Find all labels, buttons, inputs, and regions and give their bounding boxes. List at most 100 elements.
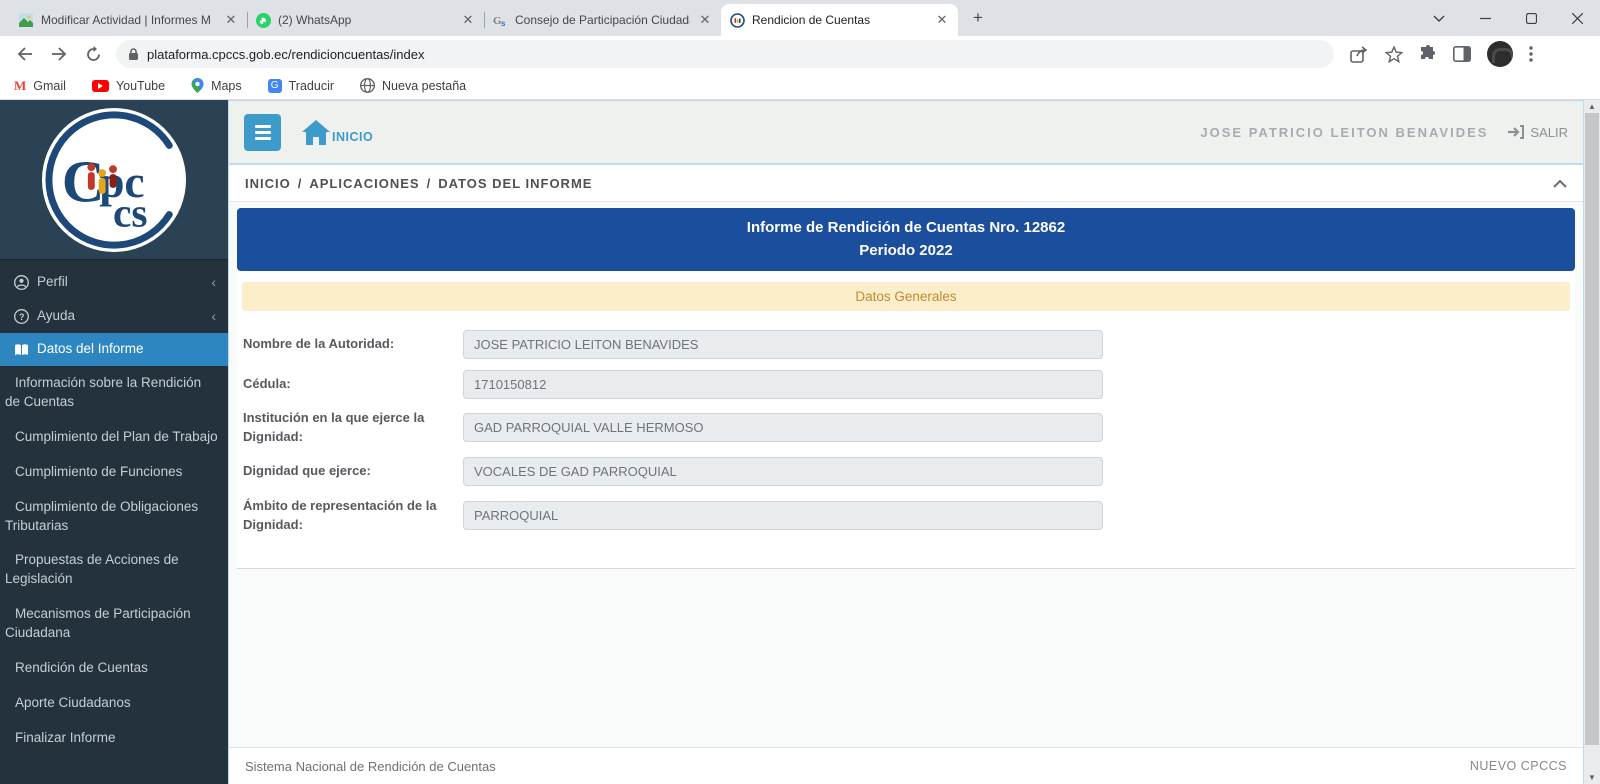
report-title-line2: Periodo 2022	[237, 240, 1575, 263]
url-field[interactable]: plataforma.cpccs.gob.ec/rendicioncuentas…	[116, 40, 1334, 68]
collapse-panel-button[interactable]	[1553, 179, 1567, 188]
close-icon[interactable]: ✕	[697, 12, 713, 28]
whatsapp-icon	[255, 12, 271, 28]
profile-avatar[interactable]	[1487, 41, 1513, 67]
sidebar-item-ayuda[interactable]: ? Ayuda ‹	[0, 300, 228, 334]
hamburger-menu-icon[interactable]	[244, 114, 281, 151]
main-area: INICIO JOSE PATRICIO LEITON BENAVIDES SA…	[228, 100, 1584, 784]
browser-tab-strip: Modificar Actividad | Informes M ✕ (2) W…	[0, 0, 1600, 36]
close-icon[interactable]: ✕	[460, 12, 476, 28]
tab-search-chevron-icon[interactable]	[1416, 0, 1462, 36]
sidebar: C pc cs Perfil ‹ ? Ayuda ‹	[0, 100, 228, 784]
sidebar-item-finalizar-informe[interactable]: Finalizar Informe	[0, 721, 228, 756]
svg-text:C: C	[62, 148, 105, 214]
tab-title: Rendicion de Cuentas	[752, 13, 927, 27]
header-right: JOSE PATRICIO LEITON BENAVIDES SALIR	[1200, 125, 1568, 140]
sign-out-icon	[1508, 125, 1525, 139]
side-panel-icon[interactable]	[1453, 46, 1471, 62]
bookmark-star-icon[interactable]	[1385, 46, 1403, 63]
page-scrollbar[interactable]: ▲ ▼	[1584, 100, 1600, 784]
maximize-icon[interactable]	[1508, 0, 1554, 36]
nombre-autoridad-field[interactable]	[463, 330, 1103, 359]
logout-label: SALIR	[1530, 125, 1568, 140]
home-label: INICIO	[332, 130, 373, 146]
logout-button[interactable]: SALIR	[1508, 125, 1568, 140]
svg-text:cs: cs	[113, 189, 148, 235]
tab-whatsapp[interactable]: (2) WhatsApp ✕	[247, 4, 484, 36]
bookmark-nueva-pestana[interactable]: Nueva pestaña	[360, 78, 466, 93]
bookmark-youtube[interactable]: YouTube	[92, 79, 165, 93]
bookmark-label: Nueva pestaña	[382, 79, 466, 93]
tabs: Modificar Actividad | Informes M ✕ (2) W…	[10, 4, 992, 36]
field-label: Ámbito de representación de la Dignidad:	[243, 497, 463, 535]
new-tab-button[interactable]: +	[964, 4, 992, 32]
sidebar-item-cumplimiento-funciones[interactable]: Cumplimiento de Funciones	[0, 455, 228, 490]
sidebar-item-cumplimiento-plan[interactable]: Cumplimiento del Plan de Trabajo	[0, 420, 228, 455]
field-row-dignidad: Dignidad que ejerce:	[243, 457, 1569, 487]
sidebar-item-datos-del-informe[interactable]: Datos del Informe	[0, 333, 228, 366]
breadcrumb-inicio[interactable]: INICIO	[245, 176, 291, 191]
sidebar-item-propuestas-legislacion[interactable]: Propuestas de Acciones de Legislación	[0, 543, 228, 597]
field-label: Institución en la que ejerce la Dignidad…	[243, 409, 463, 447]
footer-system-name: Sistema Nacional de Rendición de Cuentas	[245, 759, 496, 774]
youtube-icon	[92, 80, 109, 92]
cedula-field[interactable]	[463, 370, 1103, 399]
extensions-puzzle-icon[interactable]	[1419, 45, 1437, 63]
bookmark-maps[interactable]: Maps	[191, 78, 242, 93]
sidebar-item-mecanismos-participacion[interactable]: Mecanismos de Participación Ciudadana	[0, 597, 228, 651]
section-title: Datos Generales	[242, 282, 1570, 311]
address-bar: plataforma.cpccs.gob.ec/rendicioncuentas…	[0, 36, 1600, 72]
sidebar-item-aporte-ciudadanos[interactable]: Aporte Ciudadanos	[0, 686, 228, 721]
cpccs-icon	[729, 12, 745, 28]
home-link[interactable]: INICIO	[301, 119, 373, 146]
ambito-field[interactable]	[463, 501, 1103, 530]
sidebar-menu: Perfil ‹ ? Ayuda ‹ Datos del Informe Inf…	[0, 260, 228, 756]
sidebar-item-label: Datos del Informe	[37, 340, 144, 359]
sidebar-item-rendicion-cuentas[interactable]: Rendición de Cuentas	[0, 651, 228, 686]
institucion-field[interactable]	[463, 413, 1103, 442]
book-icon	[14, 343, 29, 357]
close-icon[interactable]: ✕	[223, 12, 239, 28]
svg-text:?: ?	[19, 312, 25, 322]
close-window-icon[interactable]	[1554, 0, 1600, 36]
scroll-down-icon[interactable]: ▼	[1584, 771, 1600, 784]
chevron-left-icon: ‹	[211, 307, 216, 327]
window-controls	[1416, 0, 1600, 36]
menu-dots-icon[interactable]	[1529, 46, 1533, 62]
reload-icon[interactable]	[78, 39, 108, 69]
sidebar-item-perfil[interactable]: Perfil ‹	[0, 266, 228, 300]
tab-consejo-participacion[interactable]: Gs Consejo de Participación Ciudada ✕	[484, 4, 721, 36]
tab-title: Consejo de Participación Ciudada	[515, 13, 690, 27]
scroll-up-icon[interactable]: ▲	[1584, 100, 1600, 113]
bookmark-label: Gmail	[33, 79, 66, 93]
app-footer: Sistema Nacional de Rendición de Cuentas…	[229, 747, 1583, 784]
question-icon: ?	[14, 309, 29, 324]
breadcrumb-aplicaciones[interactable]: APLICACIONES	[309, 176, 419, 191]
dignidad-field[interactable]	[463, 457, 1103, 486]
bookmark-gmail[interactable]: MGmail	[14, 78, 66, 94]
maps-icon	[191, 78, 204, 93]
minimize-icon[interactable]	[1462, 0, 1508, 36]
gs-icon: Gs	[492, 12, 508, 28]
breadcrumb-datos-del-informe[interactable]: DATOS DEL INFORME	[438, 176, 592, 191]
scrollbar-thumb[interactable]	[1585, 113, 1599, 745]
share-icon[interactable]	[1350, 46, 1369, 63]
sidebar-item-label: Ayuda	[37, 307, 75, 326]
address-bar-icons	[1350, 41, 1533, 67]
breadcrumb: INICIO / APLICACIONES / DATOS DEL INFORM…	[229, 165, 1583, 202]
sidebar-item-obligaciones-tributarias[interactable]: Cumplimiento de Obligaciones Tributarias	[0, 490, 228, 544]
tab-rendicion-cuentas[interactable]: Rendicion de Cuentas ✕	[721, 4, 958, 36]
url-text: plataforma.cpccs.gob.ec/rendicioncuentas…	[147, 47, 425, 62]
back-icon[interactable]	[10, 39, 40, 69]
home-icon	[301, 119, 331, 146]
bookmark-label: Traducir	[289, 79, 334, 93]
forward-icon[interactable]	[44, 39, 74, 69]
tab-title: Modificar Actividad | Informes M	[41, 13, 216, 27]
tab-modificar-actividad[interactable]: Modificar Actividad | Informes M ✕	[10, 4, 247, 36]
breadcrumb-separator: /	[298, 176, 303, 191]
sidebar-item-informacion-rendicion[interactable]: Información sobre la Rendición de Cuenta…	[0, 366, 228, 420]
field-row-institucion: Institución en la que ejerce la Dignidad…	[243, 409, 1569, 447]
field-label: Cédula:	[243, 375, 463, 394]
bookmark-traducir[interactable]: GTraducir	[268, 79, 334, 93]
close-icon[interactable]: ✕	[934, 12, 950, 28]
